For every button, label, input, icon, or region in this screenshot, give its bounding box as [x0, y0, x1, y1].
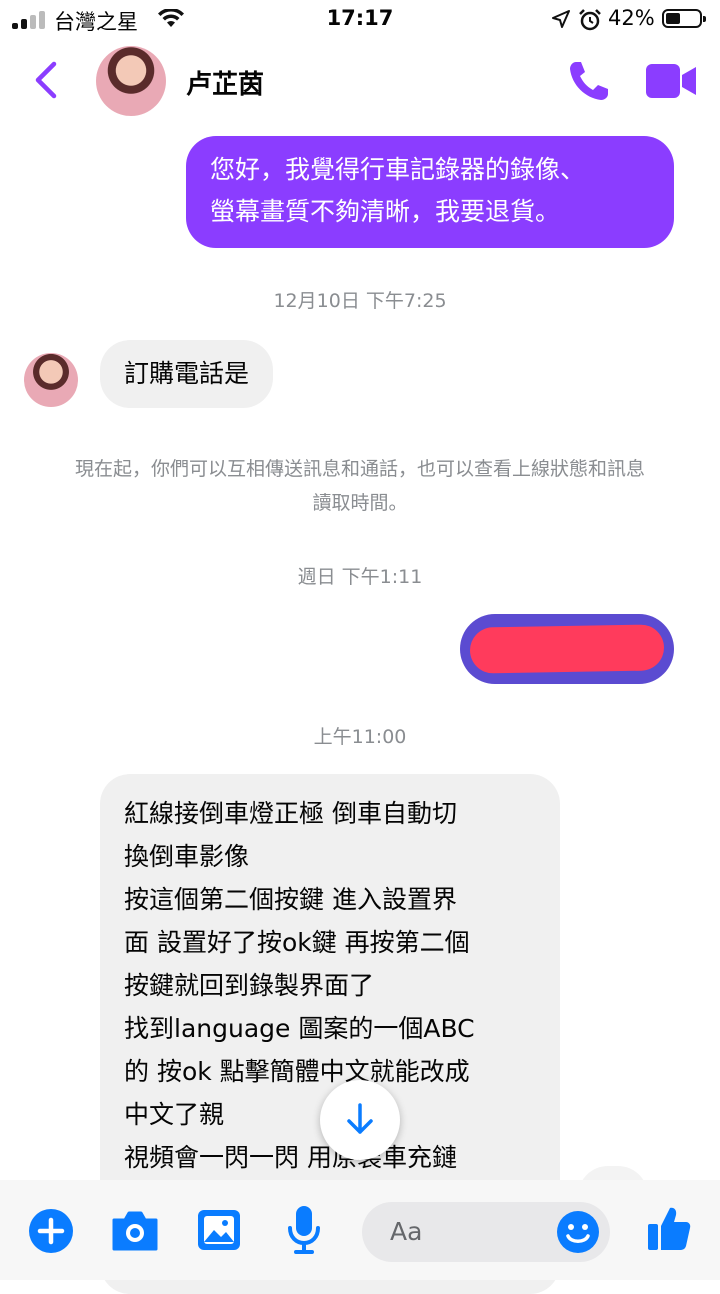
back-icon[interactable] — [30, 60, 60, 100]
video-icon[interactable] — [644, 62, 698, 100]
message-line: 您好，我覺得行車記錄器的錄像、 — [210, 155, 586, 184]
alarm-icon — [579, 9, 601, 31]
timestamp: 週日 下午1:11 — [297, 566, 423, 588]
system-notice: 現在起，你們可以互相傳送訊息和通話，也可以查看上線狀態和訊息 讀取時間。 — [30, 452, 690, 520]
outgoing-message-redacted[interactable] — [460, 614, 674, 684]
message-line: 紅線接倒車燈正極 倒車自動切 — [124, 799, 457, 828]
arrow-down-icon — [347, 1103, 373, 1134]
status-bar: 台灣之星 17:17 42% — [0, 0, 720, 40]
location-icon — [552, 10, 570, 28]
message-line: 按這個第二個按鍵 進入設置界 — [124, 885, 457, 914]
timestamp: 12月10日 下午7:25 — [273, 290, 447, 312]
composer-bar: Aa — [0, 1180, 720, 1280]
chat-header: 卢芷茵 — [0, 40, 720, 126]
emoji-icon[interactable] — [556, 1210, 600, 1254]
redaction-mark — [469, 624, 665, 674]
message-line: 螢幕畫質不夠清晰，我要退貨。 — [210, 197, 561, 226]
message-line: 按鍵就回到錄製界面了 — [124, 971, 375, 1000]
like-icon[interactable] — [646, 1204, 692, 1252]
incoming-message[interactable]: 訂購電話是 — [100, 340, 274, 408]
call-icon[interactable] — [566, 58, 612, 104]
timestamp: 上午11:00 — [313, 726, 407, 748]
battery-icon — [662, 9, 706, 28]
outgoing-message[interactable]: 您好，我覺得行車記錄器的錄像、 螢幕畫質不夠清晰，我要退貨。 — [186, 136, 674, 248]
notice-line: 讀取時間。 — [312, 492, 408, 514]
contact-avatar[interactable] — [96, 46, 166, 116]
message-line: 找到language 圖案的一個ABC — [124, 1014, 475, 1043]
gallery-icon[interactable] — [196, 1208, 242, 1252]
plus-icon[interactable] — [28, 1208, 74, 1254]
message-line: 面 設置好了按ok鍵 再按第二個 — [124, 928, 470, 957]
scroll-to-bottom-button[interactable] — [320, 1080, 400, 1160]
sender-avatar[interactable] — [24, 353, 78, 407]
battery-percent: 42% — [608, 6, 655, 30]
message-line: 換倒車影像 — [124, 842, 250, 871]
camera-icon[interactable] — [110, 1210, 160, 1252]
notice-line: 現在起，你們可以互相傳送訊息和通話，也可以查看上線狀態和訊息 — [74, 458, 645, 480]
mic-icon[interactable] — [286, 1204, 322, 1256]
contact-name[interactable]: 卢芷茵 — [186, 64, 264, 101]
